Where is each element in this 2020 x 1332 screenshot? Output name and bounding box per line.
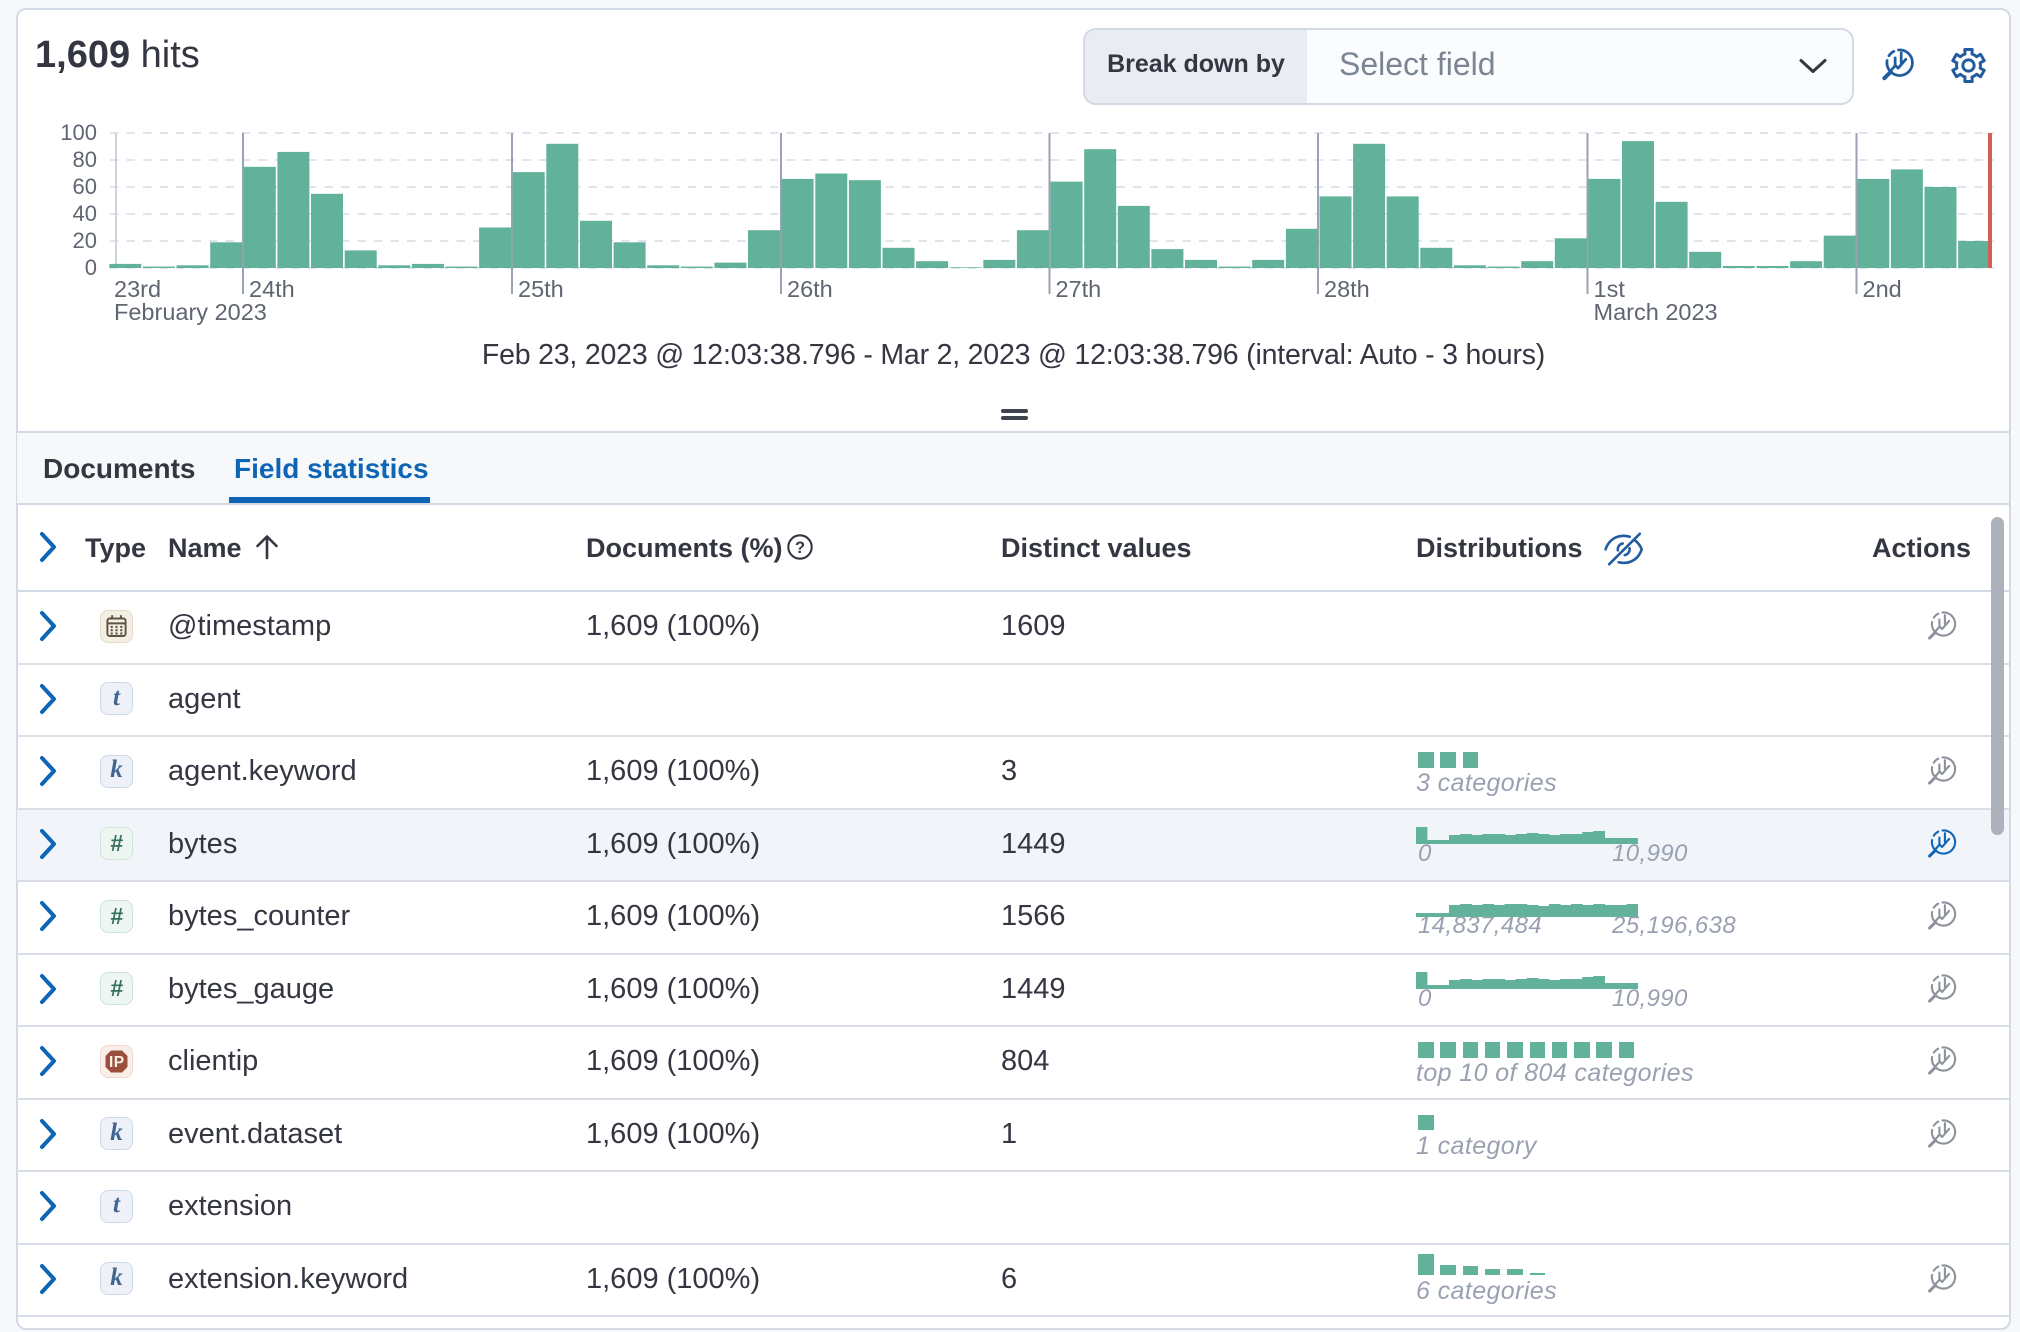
svg-text:IP: IP bbox=[109, 1054, 125, 1071]
svg-text:?: ? bbox=[795, 539, 805, 557]
